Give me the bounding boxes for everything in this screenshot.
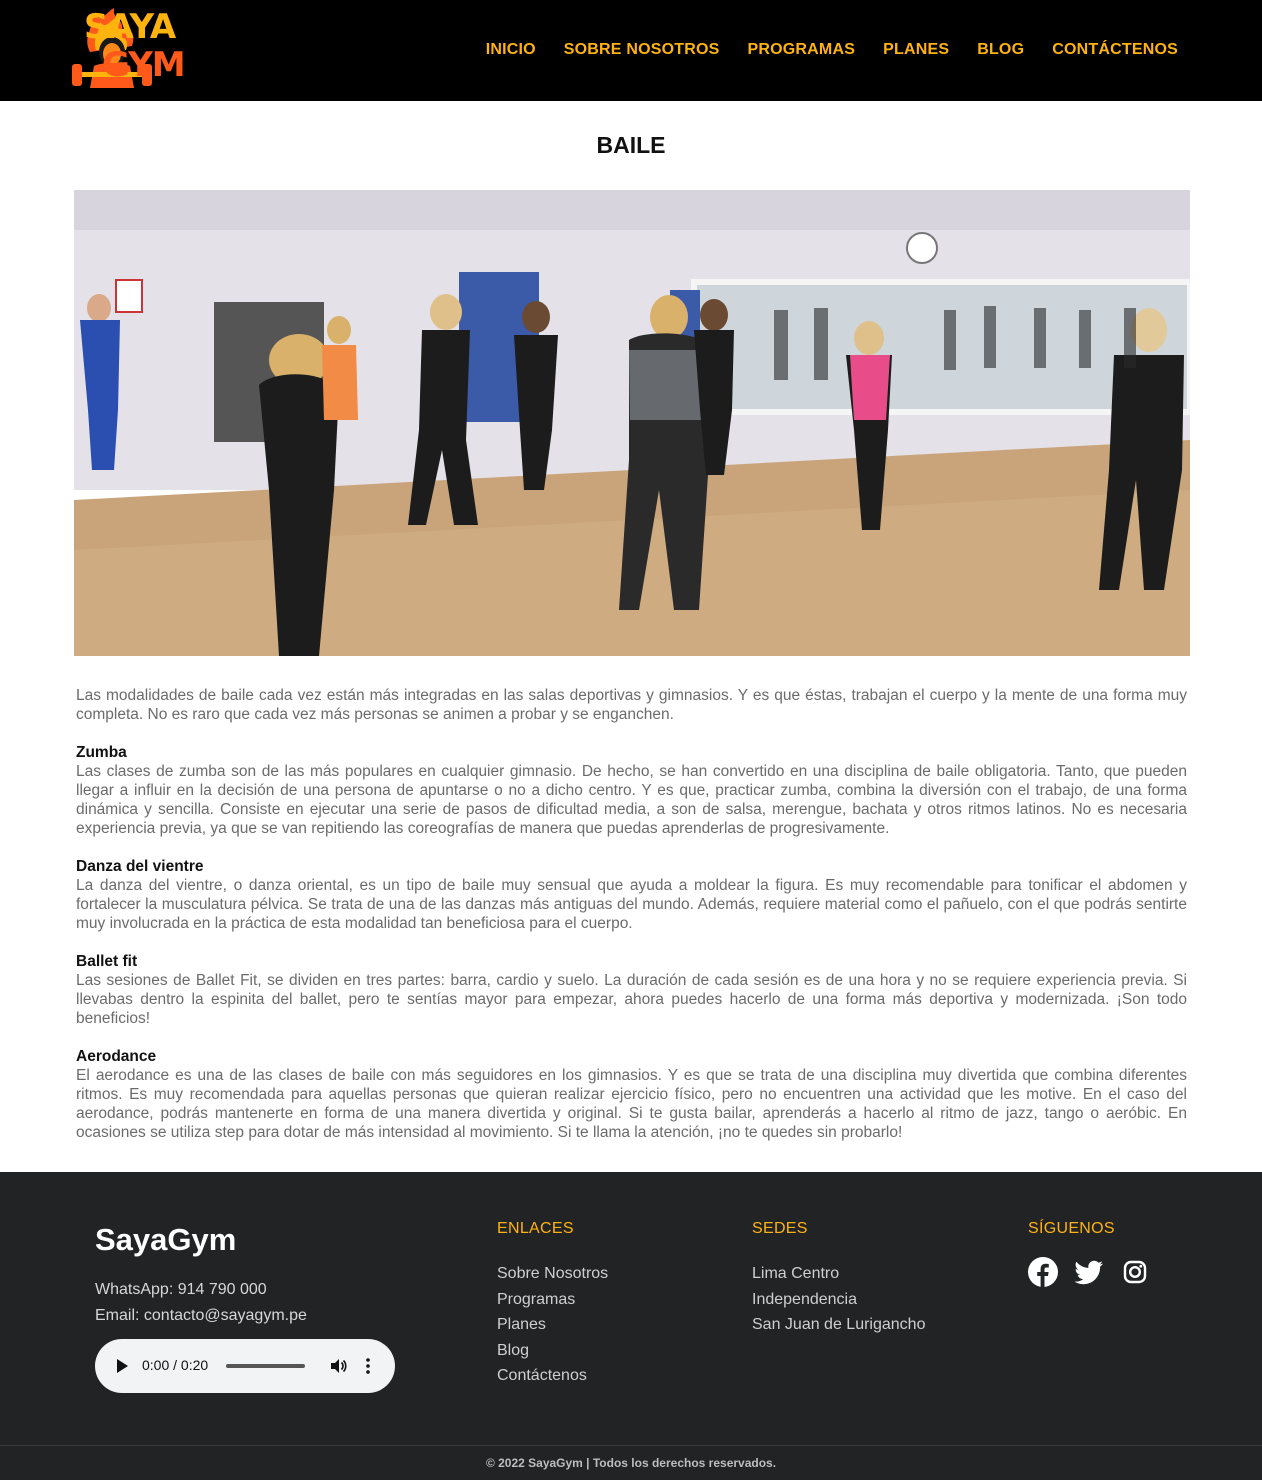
section-heading: Danza del vientre	[76, 858, 204, 875]
links-title: ENLACES	[497, 1220, 574, 1237]
section-heading: Zumba	[76, 744, 127, 761]
section-text: La danza del vientre, o danza oriental, …	[76, 877, 1187, 932]
footer-link-blog[interactable]: Blog	[497, 1338, 608, 1364]
intro-paragraph: Las modalidades de baile cada vez están …	[76, 687, 1187, 723]
nav-programas[interactable]: PROGRAMAS	[748, 41, 856, 59]
nav-blog[interactable]: BLOG	[977, 41, 1024, 59]
logo-line-1: SAYA	[84, 7, 176, 47]
social-title: SÍGUENOS	[1028, 1220, 1115, 1237]
section-heading: Aerodance	[76, 1048, 157, 1065]
section-text: Las clases de zumba son de las más popul…	[76, 763, 1187, 837]
twitter-icon[interactable]	[1074, 1257, 1104, 1287]
footer-sedes: Lima Centro Independencia San Juan de Lu…	[752, 1261, 925, 1338]
section-danza-del-vientre: Danza del vientre La danza del vientre, …	[76, 857, 1187, 933]
audio-time: 0:00 / 0:20	[142, 1357, 209, 1373]
whatsapp-contact: WhatsApp: 914 790 000	[95, 1281, 267, 1298]
site-footer	[0, 1172, 1262, 1480]
email-contact: Email: contacto@sayagym.pe	[95, 1307, 307, 1324]
section-heading: Ballet fit	[76, 953, 138, 970]
copyright: © 2022 SayaGym | Todos los derechos rese…	[485, 1456, 777, 1470]
footer-link-contactenos[interactable]: Contáctenos	[497, 1363, 608, 1389]
logo-line-2: GYM	[102, 45, 186, 85]
section-text: El aerodance es una de las clases de bai…	[76, 1067, 1187, 1141]
section-text: Las sesiones de Ballet Fit, se dividen e…	[76, 972, 1187, 1027]
logo-text: SAYA GYM	[84, 7, 186, 85]
nav-planes[interactable]: PLANES	[883, 41, 949, 59]
footer-link-planes[interactable]: Planes	[497, 1312, 608, 1338]
article-content: Las modalidades de baile cada vez están …	[76, 686, 1187, 1161]
main-nav: INICIO SOBRE NOSOTROS PROGRAMAS PLANES B…	[486, 41, 1178, 59]
facebook-icon[interactable]	[1028, 1257, 1058, 1287]
footer-links: Sobre Nosotros Programas Planes Blog Con…	[497, 1261, 608, 1389]
sedes-title: SEDES	[752, 1220, 808, 1237]
audio-progress-bar[interactable]	[226, 1364, 305, 1368]
nav-sobre-nosotros[interactable]: SOBRE NOSOTROS	[564, 41, 720, 59]
sede-lima-centro[interactable]: Lima Centro	[752, 1261, 925, 1287]
social-links	[1028, 1257, 1150, 1287]
more-options-icon[interactable]	[365, 1357, 371, 1375]
audio-player: 0:00 / 0:20	[95, 1339, 395, 1393]
sede-san-juan-de-lurigancho[interactable]: San Juan de Lurigancho	[752, 1312, 925, 1338]
hero-image	[74, 190, 1190, 656]
footer-link-sobre-nosotros[interactable]: Sobre Nosotros	[497, 1261, 608, 1287]
footer-divider	[0, 1445, 1262, 1446]
nav-inicio[interactable]: INICIO	[486, 41, 536, 59]
volume-icon[interactable]	[329, 1357, 347, 1375]
footer-brand: SayaGym	[95, 1222, 237, 1257]
play-icon[interactable]	[117, 1359, 128, 1373]
nav-contactenos[interactable]: CONTÁCTENOS	[1052, 41, 1178, 59]
site-header: SAYA GYM INICIO SOBRE NOSOTROS PROGRAMAS…	[0, 0, 1262, 101]
sede-independencia[interactable]: Independencia	[752, 1287, 925, 1313]
instagram-icon[interactable]	[1120, 1257, 1150, 1287]
footer-link-programas[interactable]: Programas	[497, 1287, 608, 1313]
section-aerodance: Aerodance El aerodance es una de las cla…	[76, 1047, 1187, 1142]
section-ballet-fit: Ballet fit Las sesiones de Ballet Fit, s…	[76, 952, 1187, 1028]
section-zumba: Zumba Las clases de zumba son de las más…	[76, 743, 1187, 838]
page-title: BAILE	[596, 132, 666, 158]
